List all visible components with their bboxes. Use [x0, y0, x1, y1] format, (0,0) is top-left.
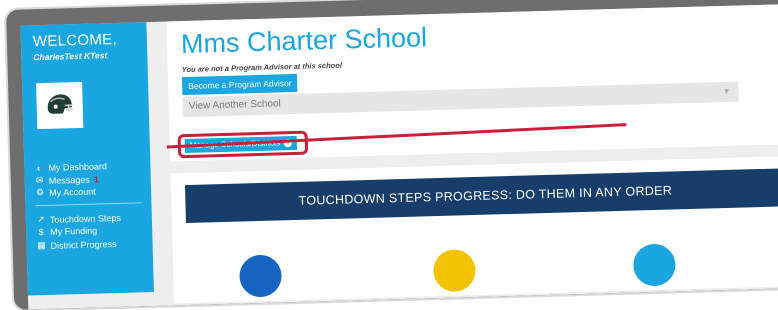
- building-icon: ▦: [37, 239, 46, 251]
- chevron-down-icon: ▼: [722, 86, 731, 97]
- app-screen: WELCOME, CharlesTest KTest ◐ My Dashboar…: [20, 3, 778, 310]
- username: CharlesTest KTest: [33, 50, 108, 63]
- sidebar-item-label: My Funding: [50, 225, 98, 237]
- football-helmet-icon: [47, 94, 73, 114]
- step-icon-1[interactable]: [238, 254, 283, 298]
- sidebar-item-district-progress[interactable]: ▦ District Progress: [36, 238, 117, 251]
- avatar[interactable]: [36, 81, 84, 130]
- sidebar-item-label: Messages: [48, 174, 90, 186]
- school-card: Mms Charter School You are not a Program…: [166, 3, 778, 162]
- sidebar-item-messages[interactable]: ✉ Messages 1: [35, 173, 99, 186]
- sidebar-item-account[interactable]: ⚙ My Account: [35, 186, 96, 199]
- step-icon-3[interactable]: [632, 243, 676, 287]
- trend-icon: ↗: [36, 214, 45, 225]
- sidebar-item-dashboard[interactable]: ◐ My Dashboard: [34, 161, 108, 174]
- become-advisor-button[interactable]: Become a Program Advisor: [181, 73, 298, 96]
- dollar-icon: $: [38, 227, 44, 238]
- school-title: Mms Charter School: [180, 22, 428, 60]
- screenshot-frame: WELCOME, CharlesTest KTest ◐ My Dashboar…: [6, 0, 778, 310]
- step-icon-2[interactable]: [432, 249, 477, 293]
- message-count-badge: 1: [93, 173, 99, 185]
- gear-icon: ⚙: [35, 187, 45, 198]
- welcome-heading: WELCOME,: [32, 30, 118, 51]
- sidebar-divider: [35, 202, 142, 207]
- sidebar-item-label: My Dashboard: [48, 161, 108, 173]
- progress-heading: TOUCHDOWN STEPS PROGRESS: DO THEM IN ANY…: [184, 168, 778, 224]
- select-value: View Another School: [188, 98, 281, 112]
- sidebar-item-touchdown-steps[interactable]: ↗ Touchdown Steps: [36, 212, 121, 225]
- sidebar-item-label: My Account: [48, 186, 96, 198]
- sidebar-item-funding[interactable]: $ My Funding: [36, 225, 98, 238]
- sidebar-item-label: Touchdown Steps: [49, 212, 122, 225]
- sidebar-item-label: District Progress: [50, 238, 117, 251]
- dashboard-icon: ◐: [36, 163, 43, 174]
- sidebar: WELCOME, CharlesTest KTest ◐ My Dashboar…: [20, 22, 154, 296]
- envelope-icon: ✉: [35, 175, 44, 186]
- progress-card: TOUCHDOWN STEPS PROGRESS: DO THEM IN ANY…: [170, 155, 778, 304]
- advisor-notice: You are not a Program Advisor at this sc…: [181, 60, 343, 75]
